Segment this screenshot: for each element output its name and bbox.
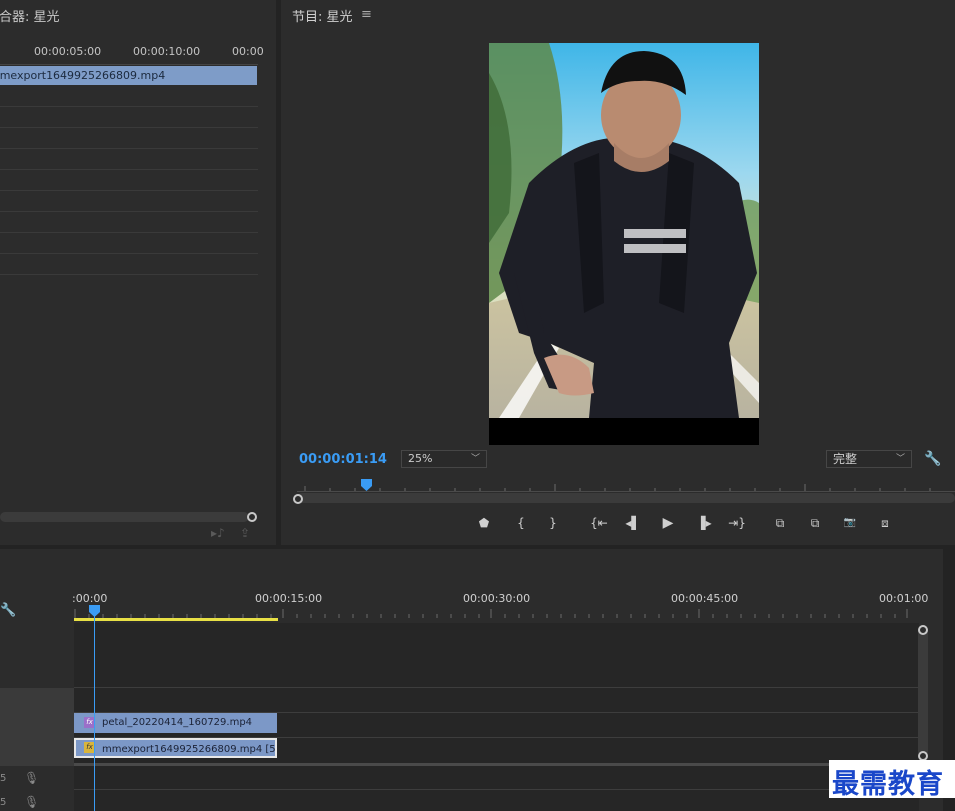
source-ruler-tick: 00:00 bbox=[232, 45, 264, 58]
source-track-row bbox=[0, 170, 258, 191]
source-track-row bbox=[0, 233, 258, 254]
playhead-timecode[interactable]: 00:00:01:14 bbox=[299, 452, 387, 467]
zoom-level-value: 25% bbox=[408, 452, 433, 465]
go-to-out-button[interactable]: ⇥} bbox=[724, 512, 750, 534]
video-track-header[interactable] bbox=[0, 688, 74, 766]
timeline-ruler-tick: 00:00:30:00 bbox=[463, 592, 531, 605]
chevron-down-icon: ﹀ bbox=[895, 454, 905, 464]
audio-track-label: 5 bbox=[0, 797, 7, 808]
timeline-playhead-line[interactable] bbox=[94, 609, 95, 811]
mark-in-icon: { bbox=[517, 516, 525, 530]
step-back-icon: ◂▌ bbox=[625, 516, 641, 530]
lift-button[interactable]: ⧉ bbox=[767, 512, 793, 534]
step-forward-button[interactable]: ▐▸ bbox=[691, 512, 717, 534]
source-ruler[interactable] bbox=[0, 60, 258, 65]
go-to-in-icon: {⇤ bbox=[590, 516, 608, 530]
timeline-ruler-tick: 00:00:45:00 bbox=[671, 592, 739, 605]
hamburger-menu-icon[interactable]: ≡ bbox=[361, 7, 372, 22]
microphone-icon[interactable]: 🎙 bbox=[24, 771, 39, 785]
source-panel-title[interactable]: 混合器: 星光 bbox=[0, 6, 60, 25]
timeline-ruler-tick: 00:00:15:00 bbox=[255, 592, 323, 605]
source-ruler-tick: 00:00:05:00 bbox=[34, 45, 102, 58]
chevron-down-icon: ﹀ bbox=[470, 454, 480, 464]
source-track-row bbox=[0, 86, 258, 107]
video-preview-image bbox=[489, 43, 759, 418]
program-playhead[interactable] bbox=[361, 479, 372, 491]
timeline-vertical-scrollbar[interactable] bbox=[918, 625, 928, 757]
source-track-row bbox=[0, 191, 258, 212]
zoom-level-dropdown[interactable]: 25% ﹀ bbox=[401, 450, 487, 468]
track-divider bbox=[74, 789, 919, 790]
source-horizontal-scrollbar[interactable] bbox=[0, 512, 249, 522]
step-back-button[interactable]: ◂▌ bbox=[620, 512, 646, 534]
mark-out-icon: } bbox=[549, 516, 557, 530]
source-clip[interactable]: mmexport1649925266809.mp4 bbox=[0, 66, 257, 85]
mark-out-button[interactable]: } bbox=[540, 512, 566, 534]
playback-resolution-value: 完整 bbox=[833, 452, 858, 466]
source-clip-label: mmexport1649925266809.mp4 bbox=[0, 69, 166, 82]
clip-label: petal_20220414_160729.mp4 bbox=[102, 717, 253, 728]
source-track-row bbox=[0, 254, 258, 275]
playback-resolution-dropdown[interactable]: 完整 ﹀ bbox=[826, 450, 912, 468]
play-icon: ▶ bbox=[662, 515, 674, 531]
timeline-panel: 🔧 :00:00 00:00:15:00 00:00:30:00 00:00:4… bbox=[0, 549, 943, 811]
source-monitor-panel: 混合器: 星光 00:00:05:00 00:00:10:00 00:00 mm… bbox=[0, 0, 276, 545]
extract-button[interactable]: ⧉ bbox=[802, 512, 828, 534]
source-scroll-handle[interactable] bbox=[247, 512, 257, 522]
source-track-row bbox=[0, 212, 258, 233]
source-track-row bbox=[0, 107, 258, 128]
timeline-playhead[interactable] bbox=[89, 605, 100, 617]
mark-in-button[interactable]: { bbox=[508, 512, 534, 534]
lift-icon: ⧉ bbox=[775, 516, 785, 530]
timeline-clip-petal[interactable]: fx petal_20220414_160729.mp4 bbox=[74, 713, 277, 733]
go-to-out-icon: ⇥} bbox=[728, 516, 746, 530]
settings-wrench-icon[interactable]: 🔧 bbox=[924, 451, 941, 467]
step-forward-icon: ▐▸ bbox=[696, 516, 712, 530]
timeline-clip-mmexport[interactable]: fx mmexport1649925266809.mp4 [51.02%] bbox=[74, 738, 277, 758]
compare-view-button[interactable]: ⧈ bbox=[872, 512, 898, 534]
program-panel-title[interactable]: 节目: 星光 bbox=[292, 6, 353, 25]
audio-scrub-icon[interactable]: ▸♪ bbox=[211, 526, 225, 540]
go-to-in-button[interactable]: {⇤ bbox=[586, 512, 612, 534]
export-icon[interactable]: ⇪ bbox=[240, 526, 250, 540]
watermark-logo-text: 最需教育 bbox=[832, 769, 944, 800]
play-button[interactable]: ▶ bbox=[655, 512, 681, 534]
timeline-ruler-tick: :00:00 bbox=[72, 592, 108, 605]
marker-icon: ⬟ bbox=[478, 516, 490, 530]
source-ruler-tick: 00:00:10:00 bbox=[133, 45, 201, 58]
work-area-bar[interactable] bbox=[74, 618, 278, 621]
clip-label: mmexport1649925266809.mp4 [51.02%] bbox=[102, 744, 276, 755]
track-divider bbox=[74, 687, 919, 688]
microphone-icon[interactable]: 🎙 bbox=[24, 795, 39, 809]
add-marker-button[interactable]: ⬟ bbox=[471, 512, 497, 534]
source-track-row bbox=[0, 149, 258, 170]
program-time-ruler[interactable] bbox=[297, 480, 955, 492]
export-frame-button[interactable]: 📷 bbox=[837, 512, 863, 534]
track-divider bbox=[74, 763, 919, 766]
source-track-row bbox=[0, 128, 258, 149]
program-scroll-handle[interactable] bbox=[293, 494, 303, 504]
compare-icon: ⧈ bbox=[881, 516, 889, 530]
audio-track-label: 5 bbox=[0, 773, 7, 784]
program-monitor-panel: 节目: 星光 ≡ 00:00:01:14 25% ﹀ 完整 ﹀ 🔧 ⬟ {} … bbox=[281, 0, 955, 545]
program-video-frame[interactable] bbox=[489, 43, 759, 445]
timeline-settings-wrench-icon[interactable]: 🔧 bbox=[0, 603, 16, 618]
program-zoom-scrollbar[interactable] bbox=[297, 493, 955, 503]
timeline-scroll-handle[interactable] bbox=[918, 625, 928, 635]
extract-icon: ⧉ bbox=[810, 516, 820, 530]
timeline-ruler-tick: 00:01:00 bbox=[879, 592, 929, 605]
camera-icon: 📷 bbox=[843, 517, 857, 528]
